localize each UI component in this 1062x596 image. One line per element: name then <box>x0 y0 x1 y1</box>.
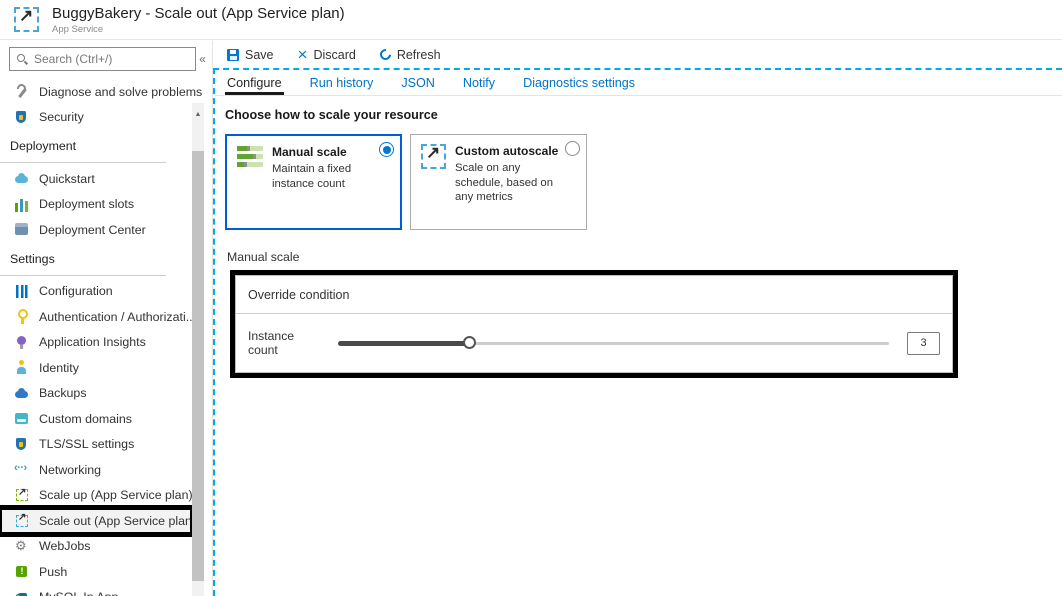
section-deployment: Deployment <box>0 130 166 163</box>
refresh-button[interactable]: Refresh <box>380 48 441 62</box>
scale-option-cards: Manual scale Maintain a fixed instance c… <box>225 134 1062 230</box>
sidebar-item-configuration[interactable]: Configuration <box>0 279 192 305</box>
scrollbar-thumb[interactable] <box>192 151 204 581</box>
search-icon <box>16 53 28 65</box>
slider-fill <box>338 341 470 346</box>
shield-lock-icon <box>14 437 29 452</box>
sidebar-item-mysql-in-app[interactable]: MySQL In App <box>0 585 192 596</box>
sliders-icon <box>14 284 29 299</box>
network-icon <box>14 462 29 477</box>
page-title: BuggyBakery - Scale out (App Service pla… <box>52 5 345 22</box>
tab-json[interactable]: JSON <box>399 72 437 95</box>
scroll-up-icon[interactable]: ▲ <box>192 111 204 118</box>
tab-run-history[interactable]: Run history <box>308 72 376 95</box>
sidebar-item-deployment-center[interactable]: Deployment Center <box>0 217 192 243</box>
scale-up-icon <box>16 489 28 501</box>
package-icon <box>14 222 29 237</box>
discard-button[interactable]: × Discard <box>298 48 356 62</box>
sidebar-item-quickstart[interactable]: Quickstart <box>0 166 192 192</box>
refresh-icon <box>378 47 393 62</box>
sidebar-item-identity[interactable]: Identity <box>0 355 192 381</box>
key-icon <box>14 309 29 324</box>
menu-search-box[interactable] <box>9 47 196 71</box>
search-input[interactable] <box>34 52 189 66</box>
menu-item-list: Diagnose and solve problems Security Dep… <box>0 79 192 596</box>
sidebar-item-scale-out[interactable]: Scale out (App Service plan) <box>0 508 192 534</box>
push-icon <box>14 564 29 579</box>
sidebar-item-webjobs[interactable]: WebJobs <box>0 534 192 560</box>
sidebar-item-scale-up[interactable]: Scale up (App Service plan) <box>0 483 192 509</box>
sidebar-item-diagnose[interactable]: Diagnose and solve problems <box>0 79 192 105</box>
override-highlight-box: Override condition Instance count <box>230 270 958 378</box>
custom-autoscale-radio[interactable] <box>565 141 580 156</box>
cloud-icon <box>14 171 29 186</box>
scale-heading: Choose how to scale your resource <box>225 108 1062 122</box>
sidebar-item-authentication[interactable]: Authentication / Authorizati... <box>0 304 192 330</box>
manual-scale-card[interactable]: Manual scale Maintain a fixed instance c… <box>225 134 402 230</box>
manual-scale-icon <box>237 146 263 169</box>
identity-icon <box>14 360 29 375</box>
manual-scale-section-label: Manual scale <box>227 250 1062 264</box>
custom-autoscale-card[interactable]: Custom autoscale Scale on any schedule, … <box>410 134 587 230</box>
sidebar-item-custom-domains[interactable]: Custom domains <box>0 406 192 432</box>
sidebar-item-push[interactable]: Push <box>0 559 192 585</box>
collapse-sidebar-button[interactable]: « <box>199 52 206 66</box>
mysql-icon <box>14 590 29 596</box>
custom-autoscale-icon <box>421 144 446 169</box>
scale-out-icon <box>14 7 39 32</box>
bar-chart-icon <box>14 197 29 212</box>
tab-configure[interactable]: Configure <box>225 72 284 95</box>
manual-scale-radio[interactable] <box>379 142 394 157</box>
instance-count-slider[interactable] <box>338 336 889 351</box>
save-button[interactable]: Save <box>227 48 274 62</box>
wrench-icon <box>14 84 29 99</box>
section-settings: Settings <box>0 243 166 276</box>
blade-main: Save × Discard Refresh Configure Run his… <box>213 41 1062 596</box>
autoscale-panel: Configure Run history JSON Notify Diagno… <box>213 68 1062 596</box>
sidebar-item-backups[interactable]: Backups <box>0 381 192 407</box>
sidebar-scrollbar[interactable]: ▲ <box>192 103 204 596</box>
tab-diagnostics-settings[interactable]: Diagnostics settings <box>521 72 637 95</box>
gear-icon <box>14 539 29 554</box>
sidebar-item-security[interactable]: Security <box>0 105 192 131</box>
instance-count-input[interactable] <box>907 332 940 355</box>
command-bar: Save × Discard Refresh <box>213 41 1062 68</box>
shield-icon <box>14 110 29 125</box>
scale-out-icon <box>16 515 28 527</box>
slider-thumb[interactable] <box>463 336 476 349</box>
lightbulb-icon <box>14 335 29 350</box>
sidebar-item-tls-ssl[interactable]: TLS/SSL settings <box>0 432 192 458</box>
sidebar-item-deployment-slots[interactable]: Deployment slots <box>0 192 192 218</box>
tab-bar: Configure Run history JSON Notify Diagno… <box>215 70 1062 96</box>
sidebar-item-networking[interactable]: Networking <box>0 457 192 483</box>
sidebar-item-application-insights[interactable]: Application Insights <box>0 330 192 356</box>
override-condition-label: Override condition <box>236 276 952 314</box>
azure-portal-blade: BuggyBakery - Scale out (App Service pla… <box>0 0 1062 596</box>
browser-window-icon <box>14 411 29 426</box>
page-subtitle: App Service <box>52 24 345 35</box>
save-icon <box>227 49 239 61</box>
blade-header: BuggyBakery - Scale out (App Service pla… <box>0 0 1062 40</box>
discard-icon: × <box>298 49 308 61</box>
tab-notify[interactable]: Notify <box>461 72 497 95</box>
cloud-backup-icon <box>14 386 29 401</box>
instance-count-label: Instance count <box>248 329 324 357</box>
resource-menu-sidebar: « Diagnose and solve problems Security D… <box>0 41 213 596</box>
